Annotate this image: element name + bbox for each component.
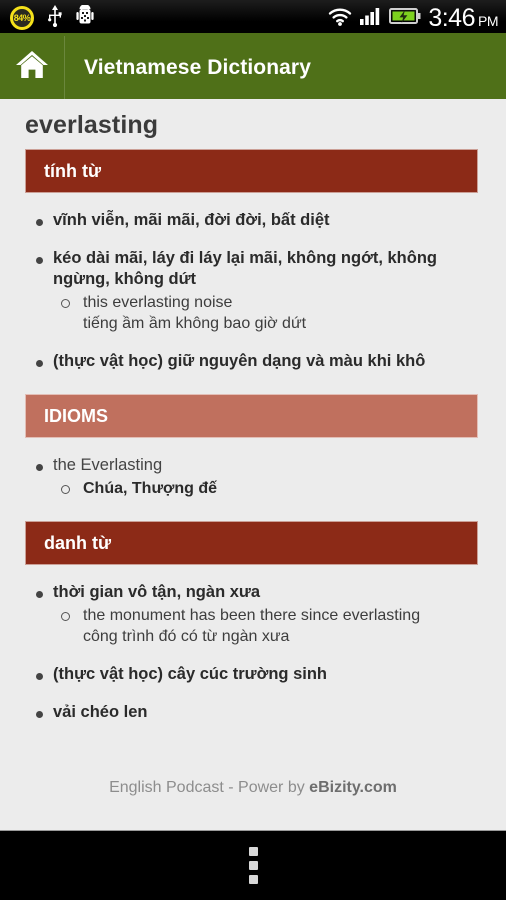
definition-text: (thực vật học) giữ nguyên dạng và màu kh… bbox=[53, 352, 426, 370]
definition-text: the Everlasting bbox=[53, 456, 163, 474]
definition-item[interactable]: kéo dài mãi, láy đi láy lại mãi, không n… bbox=[0, 248, 506, 334]
overflow-menu-icon[interactable] bbox=[248, 847, 258, 884]
definition-sections: tính từ vĩnh viễn, mãi mãi, đời đời, bất … bbox=[0, 149, 506, 745]
battery-charging-icon bbox=[389, 6, 421, 31]
definition-item[interactable]: thời gian vô tận, ngàn xưa the monument h… bbox=[0, 582, 506, 647]
example-item: Chúa, Thượng đế bbox=[53, 478, 476, 499]
example-item: this everlasting noise tiếng ầm ầm không … bbox=[53, 292, 476, 334]
footer-prefix: English Podcast - Power by bbox=[109, 779, 310, 796]
section-banner-adjective: tính từ bbox=[25, 149, 478, 193]
example-translation-text: công trình đó có từ ngàn xưa bbox=[83, 628, 290, 645]
definition-item[interactable]: vải chéo len bbox=[0, 702, 506, 723]
app-screen: 84% 3:46 PM Vietnamese Dictionary everla… bbox=[0, 0, 506, 900]
cellular-signal-icon bbox=[360, 6, 382, 31]
status-bar-clock: 3:46 PM bbox=[428, 3, 499, 32]
definition-item[interactable]: (thực vật học) giữ nguyên dạng và màu kh… bbox=[0, 351, 506, 372]
overflow-dot bbox=[248, 847, 258, 856]
footer-brand: eBizity.com bbox=[309, 779, 397, 796]
example-list: this everlasting noise tiếng ầm ầm không … bbox=[53, 292, 476, 334]
home-button[interactable] bbox=[0, 36, 64, 99]
wifi-icon bbox=[327, 5, 353, 32]
example-source-text: Chúa, Thượng đế bbox=[83, 480, 218, 497]
android-navigation-bar bbox=[0, 830, 506, 900]
definition-text: kéo dài mãi, láy đi láy lại mãi, không n… bbox=[53, 249, 437, 288]
definition-list: thời gian vô tận, ngàn xưa the monument h… bbox=[0, 582, 506, 723]
android-robot-icon bbox=[76, 3, 94, 32]
definition-item[interactable]: (thực vật học) cây cúc trường sinh bbox=[0, 664, 506, 685]
example-list: the monument has been there since everla… bbox=[53, 605, 476, 647]
example-item: the monument has been there since everla… bbox=[53, 605, 476, 647]
example-source-text: this everlasting noise bbox=[83, 294, 233, 311]
definition-list: the Everlasting Chúa, Thượng đế bbox=[0, 455, 506, 499]
page-title: everlasting bbox=[25, 111, 159, 139]
battery-percent-circle-icon: 84% bbox=[10, 6, 34, 30]
usb-icon bbox=[47, 4, 63, 32]
overflow-dot bbox=[248, 861, 258, 870]
app-action-bar: Vietnamese Dictionary bbox=[0, 36, 506, 99]
example-translation-text: tiếng ầm ầm không bao giờ dứt bbox=[83, 315, 307, 332]
section-label: danh từ bbox=[44, 532, 112, 553]
definition-text: vĩnh viễn, mãi mãi, đời đời, bất diệt bbox=[53, 211, 330, 229]
definition-item[interactable]: the Everlasting Chúa, Thượng đế bbox=[0, 455, 506, 499]
example-source-text: the monument has been there since everla… bbox=[83, 607, 421, 624]
section-banner-idioms: IDIOMS bbox=[25, 394, 478, 438]
clock-time: 3:46 bbox=[428, 3, 475, 32]
section-label: IDIOMS bbox=[44, 405, 109, 426]
definition-text: vải chéo len bbox=[53, 703, 148, 721]
status-bar-left-icons: 84% bbox=[10, 3, 94, 32]
definition-text: thời gian vô tận, ngàn xưa bbox=[53, 583, 261, 601]
clock-ampm: PM bbox=[478, 12, 499, 29]
app-title: Vietnamese Dictionary bbox=[84, 55, 311, 79]
dictionary-content[interactable]: everlasting tính từ vĩnh viễn, mãi mãi, đ… bbox=[0, 99, 506, 830]
home-icon bbox=[15, 49, 49, 86]
status-bar-right-icons: 3:46 PM bbox=[327, 3, 499, 32]
example-list: Chúa, Thượng đế bbox=[53, 478, 476, 499]
footer-credit: English Podcast - Power by eBizity.com bbox=[0, 745, 506, 797]
battery-percent-label: 84% bbox=[13, 13, 31, 23]
definition-item[interactable]: vĩnh viễn, mãi mãi, đời đời, bất diệt bbox=[0, 210, 506, 231]
definition-text: (thực vật học) cây cúc trường sinh bbox=[53, 665, 328, 683]
section-label: tính từ bbox=[44, 160, 102, 181]
section-banner-noun: danh từ bbox=[25, 521, 478, 565]
overflow-dot bbox=[248, 875, 258, 884]
definition-list: vĩnh viễn, mãi mãi, đời đời, bất diệt kéo… bbox=[0, 210, 506, 372]
android-status-bar: 84% 3:46 PM bbox=[0, 0, 506, 36]
